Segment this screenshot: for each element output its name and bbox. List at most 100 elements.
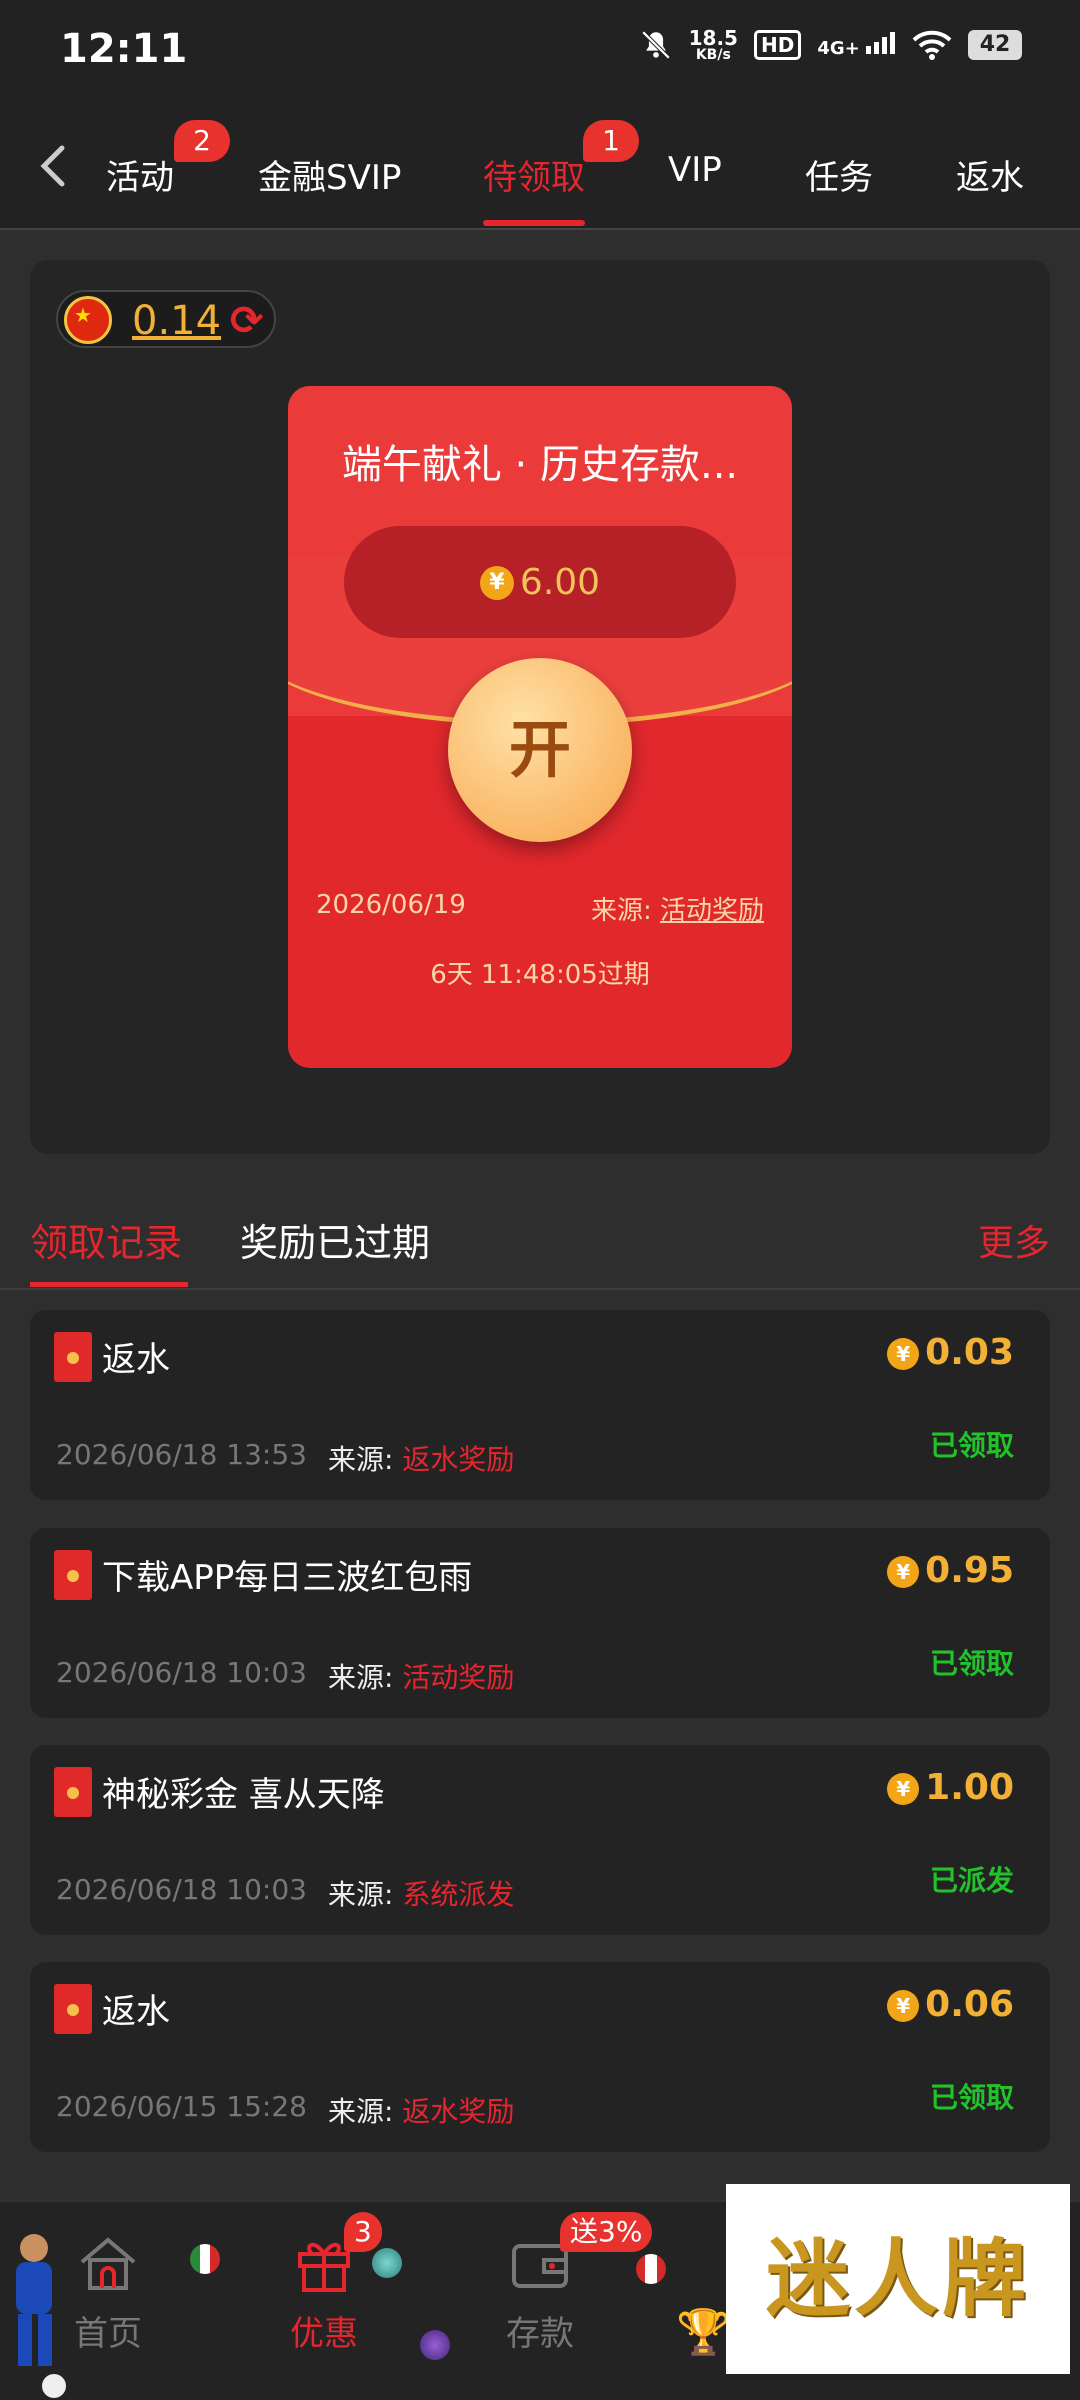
red-packet-icon [54, 1550, 92, 1600]
back-arrow-icon[interactable] [30, 136, 80, 196]
more-link[interactable]: 更多 [978, 1214, 1050, 1266]
balance-value[interactable]: 0.14 [132, 298, 221, 344]
status-icons: 18.5 KB/s HD 4G+ 42 [639, 28, 1022, 62]
record-amount-value: 0.03 [925, 1332, 1014, 1373]
record-source-label: 来源: [328, 1443, 394, 1476]
mexico-ball-icon [190, 2244, 220, 2274]
record-item[interactable]: 神秘彩金 喜从天降 ¥1.00 2026/06/18 10:03 来源: 系统派… [30, 1745, 1050, 1935]
envelope-amount-pill: ¥6.00 [344, 526, 736, 638]
record-date: 2026/06/18 10:03 [56, 1656, 307, 1689]
envelope-date: 2026/06/19 [316, 890, 466, 920]
record-source-label: 来源: [328, 1661, 394, 1694]
football-player-icon [16, 2234, 66, 2398]
deposit-bonus-badge: 送3% [560, 2212, 653, 2252]
record-status: 已领取 [929, 1429, 1014, 1462]
record-source-value: 返水奖励 [402, 1443, 515, 1476]
yen-coin-icon: ¥ [887, 1990, 920, 2022]
record-source-value: 返水奖励 [402, 2095, 515, 2128]
record-source-value: 系统派发 [402, 1878, 515, 1911]
canada-ball-icon [636, 2254, 666, 2284]
balance-pill[interactable]: 0.14 ⟳ [56, 290, 276, 348]
record-item[interactable]: 下载APP每日三波红包雨 ¥0.95 2026/06/18 10:03 来源: … [30, 1528, 1050, 1718]
active-tab-indicator [483, 220, 585, 226]
tab-vip[interactable]: VIP [668, 150, 722, 190]
tab-rebate[interactable]: 返水 [956, 150, 1024, 199]
record-title: 返水 [102, 1340, 170, 1380]
record-source-value: 活动奖励 [402, 1661, 515, 1694]
record-amount-value: 0.06 [925, 1984, 1014, 2025]
tab-tasks[interactable]: 任务 [805, 150, 873, 199]
record-amount-value: 1.00 [925, 1767, 1014, 1808]
record-source: 来源: 系统派发 [328, 1873, 514, 1913]
tab-claim-records[interactable]: 领取记录 [30, 1212, 182, 1267]
pending-badge: 1 [583, 120, 639, 162]
envelope-amount: 6.00 [519, 561, 601, 603]
activity-badge: 2 [174, 120, 230, 162]
wifi-icon [912, 30, 952, 60]
yen-coin-icon: ¥ [887, 1338, 920, 1370]
signal-icon: 4G+ [817, 31, 896, 59]
envelope-source-label: 来源: [590, 896, 652, 926]
record-source: 来源: 返水奖励 [328, 2090, 514, 2130]
record-source: 来源: 活动奖励 [328, 1656, 514, 1696]
red-packet-card: 0.14 ⟳ 端午献礼 · 历史存款... ¥6.00 开 2026/06/19… [30, 260, 1050, 1154]
record-status: 已领取 [929, 1647, 1014, 1680]
brand-logo-text: 迷人牌 [765, 2229, 1030, 2328]
yen-coin-icon: ¥ [479, 565, 514, 600]
battery-icon: 42 [968, 30, 1022, 60]
record-tab-indicator [30, 1282, 188, 1287]
tab-pending[interactable]: 待领取 [483, 150, 585, 199]
trophy-icon: 🏆 [676, 2307, 731, 2358]
signal-bars-icon [866, 31, 895, 54]
tab-expired-rewards[interactable]: 奖励已过期 [240, 1212, 430, 1267]
bottom-nav-promotions[interactable]: 优惠 [254, 2232, 394, 2355]
bottom-nav-deposit-label: 存款 [506, 2314, 574, 2354]
yen-coin-icon: ¥ [887, 1556, 920, 1588]
record-title: 下载APP每日三波红包雨 [102, 1558, 473, 1598]
red-packet-icon [54, 1332, 92, 1382]
tab-activity[interactable]: 活动 [106, 150, 174, 199]
record-amount: ¥1.00 [887, 1767, 1014, 1808]
record-title: 返水 [102, 1992, 170, 2032]
china-flag-icon [64, 296, 112, 344]
record-amount: ¥0.03 [887, 1332, 1014, 1373]
status-bar: 12:11 18.5 KB/s HD 4G+ 42 [0, 0, 1080, 100]
tab-finance-svip[interactable]: 金融SVIP [258, 150, 401, 199]
status-time: 12:11 [60, 26, 188, 72]
record-amount-value: 0.95 [925, 1550, 1014, 1591]
refresh-icon[interactable]: ⟳ [230, 298, 264, 344]
envelope-source-link[interactable]: 活动奖励 [660, 896, 764, 926]
record-date: 2026/06/18 10:03 [56, 1873, 307, 1906]
open-envelope-button[interactable]: 开 [448, 658, 632, 842]
envelope-title: 端午献礼 · 历史存款... [341, 442, 739, 488]
mute-bell-icon [641, 30, 670, 60]
record-amount: ¥0.95 [887, 1550, 1014, 1591]
speed-unit: KB/s [695, 47, 731, 63]
record-date: 2026/06/15 15:28 [56, 2090, 307, 2123]
record-date: 2026/06/18 13:53 [56, 1438, 307, 1471]
bottom-nav-promotions-label: 优惠 [290, 2314, 358, 2354]
record-status: 已派发 [929, 1864, 1014, 1897]
red-envelope: 端午献礼 · 历史存款... ¥6.00 开 2026/06/19 来源: 活动… [288, 386, 792, 1068]
red-packet-icon [54, 1984, 92, 2034]
decor-ribbon-icon [420, 2330, 450, 2360]
hd-badge: HD [753, 30, 802, 60]
record-title: 神秘彩金 喜从天降 [102, 1775, 385, 1815]
record-item[interactable]: 返水 ¥0.03 2026/06/18 13:53 来源: 返水奖励 已领取 [30, 1310, 1050, 1500]
speed-value: 18.5 [688, 26, 738, 50]
record-source-label: 来源: [328, 2095, 394, 2128]
record-source: 来源: 返水奖励 [328, 1438, 514, 1478]
record-item[interactable]: 返水 ¥0.06 2026/06/15 15:28 来源: 返水奖励 已领取 [30, 1962, 1050, 2152]
red-packet-icon [54, 1767, 92, 1817]
record-amount: ¥0.06 [887, 1984, 1014, 2025]
network-label: 4G+ [817, 37, 860, 59]
brand-logo-box: 迷人牌 [726, 2184, 1070, 2374]
record-tab-bar: 领取记录 奖励已过期 更多 [0, 1186, 1080, 1290]
envelope-source: 来源: 活动奖励 [591, 890, 764, 927]
home-icon [80, 2237, 136, 2290]
envelope-expiry: 6天 11:48:05过期 [430, 960, 650, 990]
yen-coin-icon: ¥ [887, 1773, 920, 1805]
record-source-label: 来源: [328, 1878, 394, 1911]
promotions-badge: 3 [344, 2212, 382, 2252]
decor-ball-icon [372, 2248, 402, 2278]
